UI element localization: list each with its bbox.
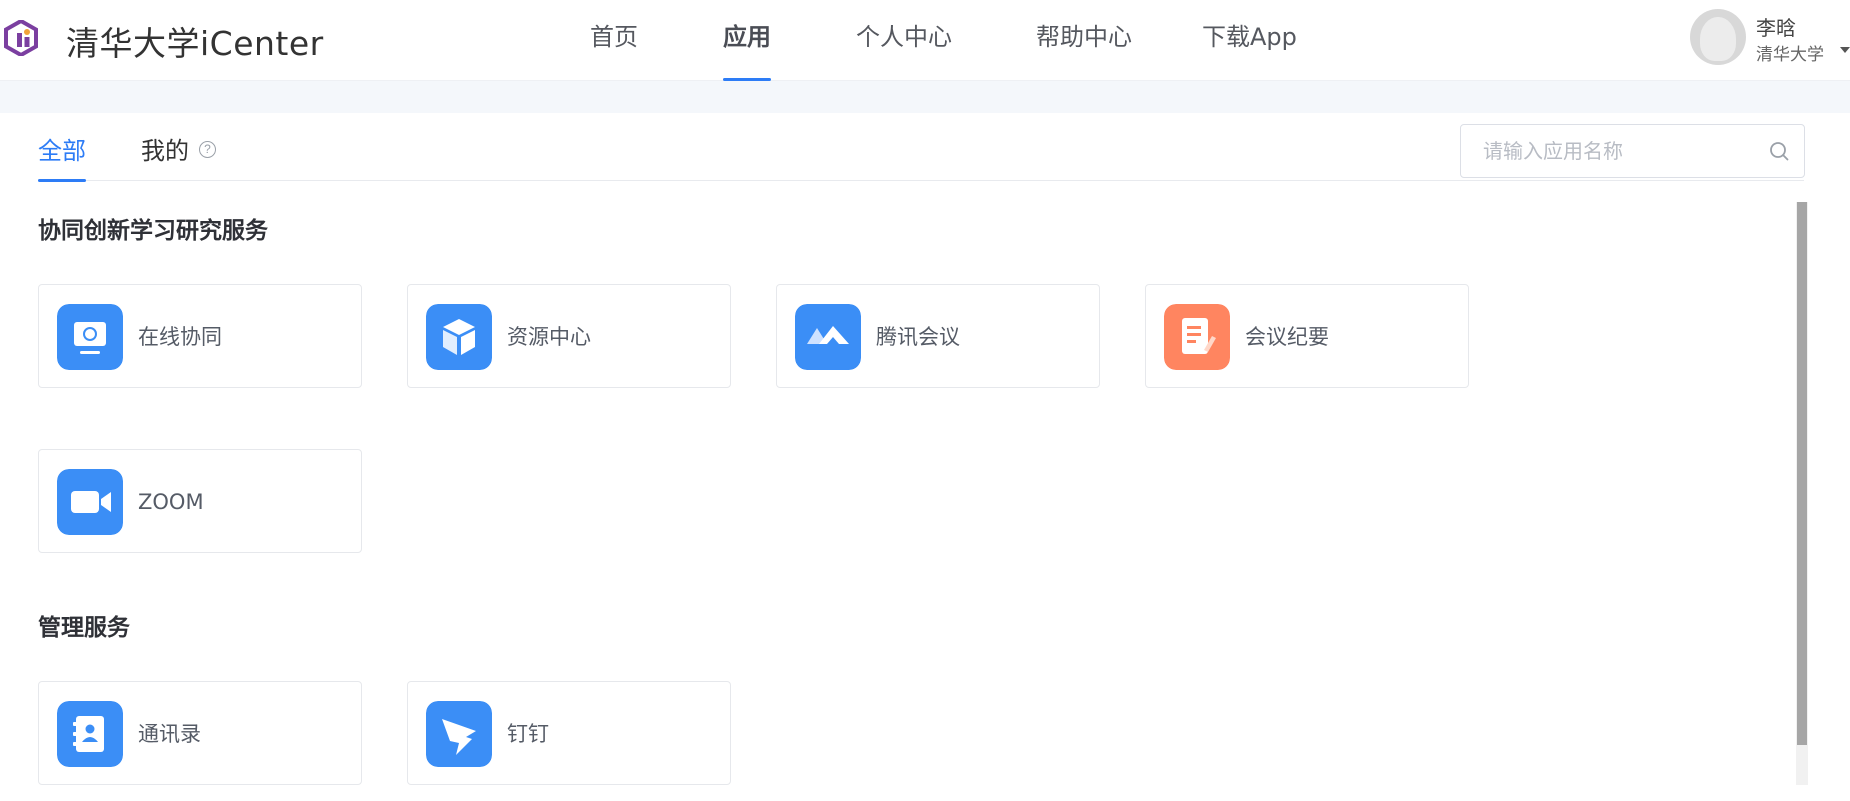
avatar[interactable]: [1690, 9, 1746, 65]
app-label: 在线协同: [138, 325, 222, 349]
app-card-contacts[interactable]: 通讯录: [38, 681, 362, 785]
user-menu[interactable]: 李晗 清华大学: [1690, 9, 1850, 65]
tab-all-label: 全部: [38, 137, 86, 165]
section-title-management: 管理服务: [38, 615, 130, 641]
app-label: 资源中心: [507, 325, 591, 349]
tab-mine[interactable]: 我的?: [141, 113, 216, 181]
help-icon[interactable]: ?: [199, 140, 216, 158]
app-card-resource-center[interactable]: 资源中心: [407, 284, 731, 388]
header-band: [0, 81, 1850, 113]
top-header: 清华大学iCenter 首页 应用 个人中心 帮助中心 下载App 李晗 清华大…: [0, 0, 1850, 81]
apps-panel: 全部 我的? 协同创新学习研究服务 在线协同: [0, 113, 1850, 801]
app-label: 腾讯会议: [876, 325, 960, 349]
notes-icon: [1164, 304, 1230, 370]
cube-icon: [426, 304, 492, 370]
app-card-zoom[interactable]: ZOOM: [38, 449, 362, 553]
app-card-tencent-meeting[interactable]: 腾讯会议: [776, 284, 1100, 388]
icenter-logo-icon[interactable]: [4, 20, 38, 56]
app-label: 钉钉: [507, 722, 549, 746]
nav-help-center[interactable]: 帮助中心: [1036, 0, 1132, 81]
brand-title[interactable]: 清华大学iCenter: [66, 17, 324, 65]
user-name: 李晗: [1756, 16, 1796, 40]
nav-apps[interactable]: 应用: [723, 0, 771, 81]
search-icon[interactable]: [1768, 140, 1790, 162]
apps-list: 协同创新学习研究服务 在线协同 资源中心 腾讯会议 会议纪要 ZOOM 管理服务…: [0, 201, 1850, 801]
search-input[interactable]: [1483, 125, 1763, 177]
app-search-box[interactable]: [1460, 124, 1805, 178]
section-title-collab: 协同创新学习研究服务: [38, 218, 268, 244]
tencent-meeting-icon: [795, 304, 861, 370]
video-camera-icon: [57, 469, 123, 535]
app-card-online-collab[interactable]: 在线协同: [38, 284, 362, 388]
contacts-icon: [57, 701, 123, 767]
monitor-sync-icon: [57, 304, 123, 370]
dingtalk-icon: [426, 701, 492, 767]
scrollbar-thumb[interactable]: [1797, 202, 1807, 745]
app-card-dingtalk[interactable]: 钉钉: [407, 681, 731, 785]
app-label: ZOOM: [138, 490, 204, 514]
app-card-meeting-notes[interactable]: 会议纪要: [1145, 284, 1469, 388]
scrollbar-track[interactable]: [1796, 202, 1808, 785]
nav-home[interactable]: 首页: [590, 0, 638, 81]
nav-personal-center[interactable]: 个人中心: [856, 0, 952, 81]
nav-download-app[interactable]: 下载App: [1202, 0, 1297, 81]
app-label: 会议纪要: [1245, 325, 1329, 349]
tab-mine-label: 我的: [141, 137, 189, 165]
tab-all[interactable]: 全部: [38, 113, 86, 182]
app-label: 通讯录: [138, 722, 201, 746]
caret-down-icon[interactable]: [1840, 47, 1850, 53]
user-org: 清华大学: [1756, 45, 1824, 65]
